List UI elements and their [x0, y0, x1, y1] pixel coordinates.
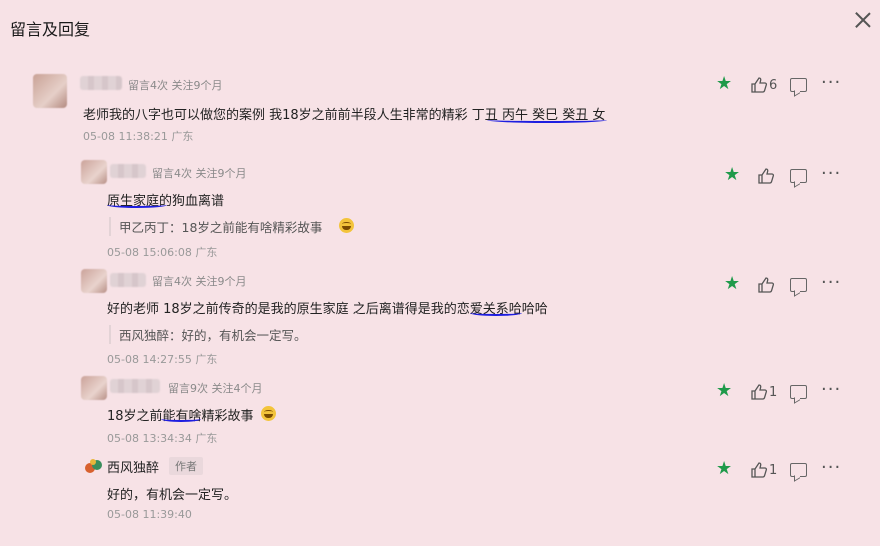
more-icon[interactable]: ··· [821, 165, 841, 183]
avatar[interactable] [81, 376, 107, 400]
quoted-reply: 西风独醉：好的，有机会一定写。 [109, 325, 307, 344]
window-title: 留言及回复 [10, 20, 91, 39]
author-badge: 作者 [169, 457, 203, 475]
close-icon[interactable] [853, 10, 873, 30]
comment-time: 05-08 15:06:08 广东 [107, 246, 218, 259]
username[interactable] [110, 164, 146, 178]
thumbs-up-icon[interactable] [757, 167, 775, 185]
thumbs-up-icon[interactable] [750, 76, 768, 94]
avatar[interactable] [81, 269, 107, 293]
like-count: 1 [769, 463, 778, 478]
comment-time: 05-08 14:27:55 广东 [107, 353, 218, 366]
avatar[interactable] [81, 160, 107, 184]
user-meta: 留言4次 关注9个月 [152, 275, 247, 288]
username[interactable] [110, 273, 146, 287]
laugh-emoji-icon [339, 218, 354, 233]
comment-bubble-icon[interactable] [790, 278, 807, 292]
thumbs-up-icon[interactable] [750, 383, 768, 401]
star-icon[interactable]: ★ [724, 166, 742, 184]
star-icon[interactable]: ★ [724, 275, 742, 293]
like-count: 6 [769, 78, 778, 93]
username[interactable] [80, 76, 122, 90]
comment-bubble-icon[interactable] [790, 169, 807, 183]
comment-time: 05-08 11:39:40 [107, 508, 192, 521]
author-name[interactable]: 西风独醉 [107, 457, 159, 476]
more-icon[interactable]: ··· [821, 274, 841, 292]
thumbs-up-icon[interactable] [757, 276, 775, 294]
star-icon[interactable]: ★ [716, 460, 734, 478]
more-icon[interactable]: ··· [821, 459, 841, 477]
underline-annotation [487, 117, 607, 123]
thumbs-up-icon[interactable] [750, 461, 768, 479]
avatar[interactable] [33, 74, 67, 108]
comment-text: 好的，有机会一定写。 [107, 488, 238, 503]
like-count: 1 [769, 385, 778, 400]
comment-time: 05-08 11:38:21 广东 [83, 130, 194, 143]
laugh-emoji-icon [261, 406, 276, 421]
underline-annotation [107, 202, 167, 208]
user-meta: 留言4次 关注9个月 [152, 167, 247, 180]
username[interactable] [110, 379, 160, 393]
more-icon[interactable]: ··· [821, 381, 841, 399]
comment-bubble-icon[interactable] [790, 385, 807, 399]
author-avatar[interactable] [84, 457, 104, 475]
comment-time: 05-08 13:34:34 广东 [107, 432, 218, 445]
quoted-reply: 甲乙丙丁：18岁之前能有啥精彩故事 [109, 217, 322, 236]
underline-annotation [470, 310, 522, 316]
comment-bubble-icon[interactable] [790, 78, 807, 92]
star-icon[interactable]: ★ [716, 382, 734, 400]
comment-bubble-icon[interactable] [790, 463, 807, 477]
underline-annotation [161, 416, 201, 422]
star-icon[interactable]: ★ [716, 75, 734, 93]
more-icon[interactable]: ··· [821, 74, 841, 92]
user-meta: 留言4次 关注9个月 [128, 79, 223, 92]
user-meta: 留言9次 关注4个月 [168, 382, 263, 395]
